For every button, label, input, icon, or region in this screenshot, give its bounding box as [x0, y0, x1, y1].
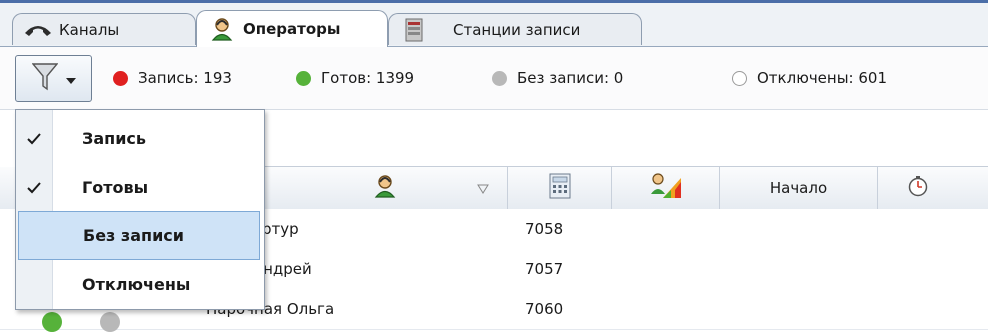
- filter-menu: Запись Готовы Без записи Отключены: [15, 109, 265, 310]
- server-icon: [399, 18, 429, 41]
- status-no-recording-label: Без записи: 0: [517, 69, 624, 87]
- checkmark-icon: [16, 114, 52, 163]
- status-recording: Запись: 193: [113, 69, 232, 87]
- filter-row: [262, 110, 988, 167]
- operator-extension: 7060: [525, 300, 564, 318]
- header-operator-column[interactable]: [262, 167, 508, 209]
- operator-extension: 7057: [525, 260, 564, 278]
- menu-item-recording[interactable]: Запись: [16, 114, 262, 163]
- menu-item-no-recording-label: Без записи: [83, 226, 184, 245]
- header-extension-column[interactable]: [508, 167, 612, 209]
- menu-item-no-recording[interactable]: Без записи: [18, 211, 260, 260]
- red-dot-icon: [113, 70, 128, 86]
- gray-dot-icon: [492, 70, 507, 86]
- tab-channels-label: Каналы: [59, 20, 120, 39]
- chevron-down-icon: [65, 77, 76, 84]
- operator-icon: [207, 18, 237, 41]
- header-level-column[interactable]: [612, 167, 720, 209]
- sort-icon[interactable]: [477, 180, 489, 198]
- empty-circle-icon: [732, 70, 747, 86]
- status-ready-label: Готов: 1399: [321, 69, 415, 87]
- menu-item-disconnected-label: Отключены: [82, 275, 191, 294]
- status-disconnected-label: Отключены: 601: [757, 69, 888, 87]
- header-duration-column[interactable]: [878, 167, 988, 209]
- calculator-icon: [549, 173, 571, 203]
- header-start-label: Начало: [769, 179, 828, 197]
- filter-dropdown-button[interactable]: [15, 55, 92, 102]
- tab-operators[interactable]: Операторы: [196, 10, 388, 47]
- status-recording-label: Запись: 193: [138, 69, 232, 87]
- status-ready: Готов: 1399: [296, 69, 414, 87]
- tab-channels[interactable]: Каналы: [12, 13, 196, 45]
- funnel-icon: [31, 62, 58, 96]
- tab-recording-stations-label: Станции записи: [453, 20, 581, 39]
- status-toolbar: Запись: 193 Готов: 1399 Без записи: 0 От…: [0, 47, 988, 110]
- status-no-recording: Без записи: 0: [492, 69, 623, 87]
- tab-bar: Каналы Операторы Станции записи: [0, 3, 988, 47]
- status-disconnected: Отключены: 601: [732, 69, 887, 87]
- checkmark-icon: [16, 163, 52, 212]
- activity-level-icon: [649, 172, 683, 204]
- gray-status-icon: [100, 312, 120, 332]
- menu-item-ready-label: Готовы: [82, 178, 149, 197]
- operator-extension: 7058: [525, 220, 564, 238]
- phone-icon: [23, 19, 53, 41]
- menu-item-recording-label: Запись: [82, 129, 147, 148]
- stopwatch-icon: [907, 175, 929, 201]
- green-dot-icon: [296, 70, 311, 86]
- app-window: Каналы Операторы Станции записи Запись: …: [0, 0, 988, 333]
- menu-item-disconnected[interactable]: Отключены: [16, 260, 262, 309]
- tab-recording-stations[interactable]: Станции записи: [388, 13, 642, 45]
- tab-operators-label: Операторы: [243, 20, 341, 38]
- green-status-icon: [42, 312, 62, 332]
- menu-item-ready[interactable]: Готовы: [16, 163, 262, 212]
- header-start-column[interactable]: Начало: [720, 167, 878, 209]
- operator-icon: [373, 174, 397, 202]
